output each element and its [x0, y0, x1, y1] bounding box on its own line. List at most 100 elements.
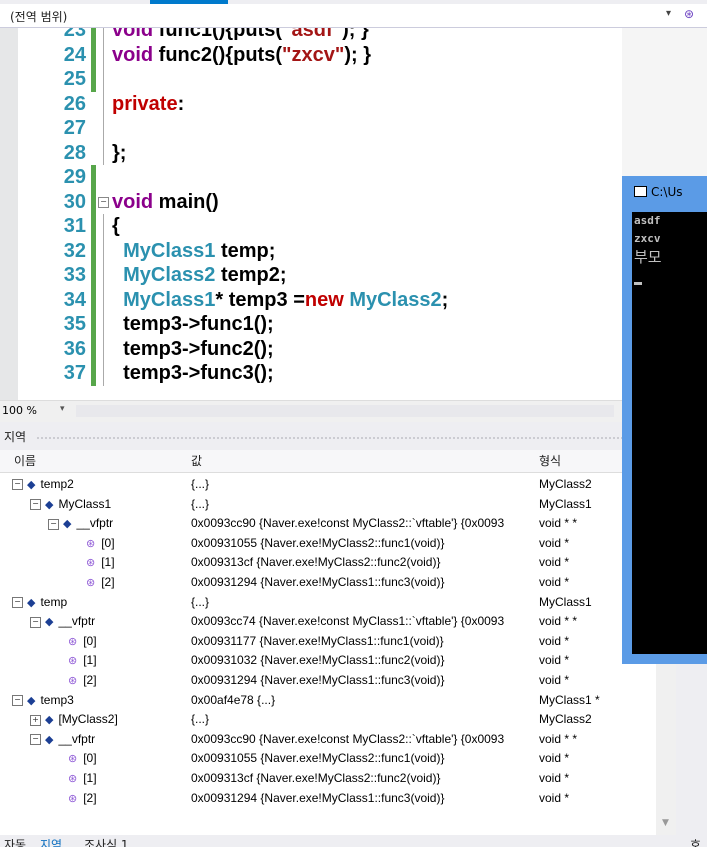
member-icon[interactable]: ⊛ [684, 7, 694, 21]
locals-row-value[interactable]: 0x0093cc90 {Naver.exe!const MyClass2::`v… [191, 514, 535, 534]
locals-row-value[interactable]: 0x00931294 {Naver.exe!MyClass1::func3(vo… [191, 573, 535, 593]
locals-title-bar: 지역 [0, 422, 656, 450]
collapse-toggle-icon[interactable]: − [98, 196, 109, 208]
drag-grip[interactable] [36, 436, 622, 440]
code-line[interactable]: void func2(){puts("zxcv"); } [112, 43, 371, 68]
locals-row-value[interactable]: 0x0093cc74 {Naver.exe!const MyClass1::`v… [191, 612, 535, 632]
locals-row-name-cell: ⊛ [1] [68, 769, 97, 790]
locals-row-value[interactable]: 0x009313cf {Naver.exe!MyClass2::func2(vo… [191, 553, 535, 573]
code-line[interactable]: void main() [112, 190, 219, 215]
zoom-level[interactable]: 100 % [2, 404, 37, 417]
console-title-bar[interactable]: C:\Us [634, 185, 683, 199]
field-icon: ⊛ [68, 675, 78, 687]
locals-row-name: temp3 [40, 692, 74, 707]
code-line[interactable]: MyClass1* temp3 =new MyClass2; [112, 288, 448, 313]
code-token: { [112, 215, 120, 237]
collapse-icon[interactable]: − [12, 479, 23, 491]
locals-row-type: void * * [539, 614, 578, 629]
scope-dropdown[interactable]: (전역 범위) [10, 8, 67, 25]
code-line[interactable]: void func1(){puts("asdf"); } [112, 28, 369, 43]
locals-row[interactable]: − ◆ __vfptr 0x0093cc90 {Naver.exe!const MyC… [0, 514, 656, 534]
locals-row-value[interactable]: 0x00931294 {Naver.exe!MyClass1::func3(vo… [191, 789, 535, 809]
locals-row-name-cell: − ◆ temp3 [12, 691, 74, 712]
locals-row[interactable]: − ◆ temp3 0x00af4e78 {...} MyClass1 * [0, 691, 656, 711]
locals-row-value[interactable]: 0x00931055 {Naver.exe!MyClass2::func1(vo… [191, 749, 535, 769]
locals-row-type: MyClass1 [539, 594, 592, 609]
collapse-icon[interactable]: − [48, 518, 59, 530]
horizontal-scrollbar[interactable] [76, 405, 614, 417]
tab-auto[interactable]: 자동 [4, 836, 26, 847]
object-icon: ◆ [45, 733, 54, 746]
column-header-name[interactable]: 이름 [14, 450, 36, 472]
locals-row-value[interactable]: {...} [191, 475, 535, 495]
locals-row-name-cell: − ◆ __vfptr [30, 612, 95, 633]
collapse-icon[interactable]: − [30, 498, 41, 510]
locals-row[interactable]: ⊛ [1] 0x00931032 {Naver.exe!MyClass1::func… [0, 651, 656, 671]
object-icon: ◆ [27, 596, 36, 609]
locals-row-type: void * [539, 653, 570, 668]
expand-icon[interactable]: + [30, 714, 41, 726]
code-line[interactable]: MyClass1 temp; [112, 239, 275, 264]
locals-row-value[interactable]: {...} [191, 593, 535, 613]
code-token: private [112, 92, 178, 115]
locals-row[interactable]: − ◆ __vfptr 0x0093cc74 {Naver.exe!const MyC… [0, 612, 656, 632]
column-header-type[interactable]: 형식 [539, 450, 561, 472]
scope-guide-line [103, 28, 104, 165]
locals-row-value[interactable]: 0x0093cc90 {Naver.exe!const MyClass2::`v… [191, 730, 535, 750]
locals-row-value[interactable]: 0x00af4e78 {...} [191, 691, 535, 711]
console-output[interactable]: asdf zxcv 부모 [632, 212, 707, 654]
code-line[interactable]: { [112, 214, 120, 239]
tab-call-stack[interactable]: 호 [690, 836, 701, 847]
locals-row-value[interactable]: 0x00931294 {Naver.exe!MyClass1::func3(vo… [191, 671, 535, 691]
locals-row-value[interactable]: 0x009313cf {Naver.exe!MyClass2::func2(vo… [191, 769, 535, 789]
code-line[interactable]: temp3->func3(); [112, 361, 274, 386]
code-token: MyClass1 [112, 239, 216, 262]
code-token: }; [112, 141, 127, 164]
scroll-down-icon[interactable]: ▼ [662, 818, 669, 828]
locals-row[interactable]: − ◆ MyClass1 {...} MyClass1 [0, 495, 656, 515]
locals-row-value[interactable]: 0x00931177 {Naver.exe!MyClass1::func1(vo… [191, 632, 535, 652]
code-line[interactable]: temp3->func2(); [112, 337, 274, 362]
tab-locals[interactable]: 지역 [40, 836, 62, 847]
console-line: asdf [634, 214, 661, 227]
field-icon: ⊛ [68, 753, 78, 766]
locals-row[interactable]: ⊛ [1] 0x009313cf {Naver.exe!MyClass2::func… [0, 553, 656, 573]
locals-row[interactable]: ⊛ [2] 0x00931294 {Naver.exe!MyClass1::func… [0, 573, 656, 593]
locals-row[interactable]: ⊛ [0] 0x00931055 {Naver.exe!MyClass2::func… [0, 534, 656, 554]
locals-row[interactable]: + ◆ [MyClass2] {...} MyClass2 [0, 710, 656, 730]
code-line[interactable]: private: [112, 92, 184, 117]
locals-row[interactable]: ⊛ [2] 0x00931294 {Naver.exe!MyClass1::func… [0, 671, 656, 691]
locals-row-type: void * [539, 673, 570, 687]
collapse-icon[interactable]: − [30, 616, 41, 628]
object-icon: ◆ [45, 714, 54, 727]
changed-line-bar [91, 361, 96, 386]
object-icon: ◆ [45, 616, 54, 629]
code-line[interactable]: }; [112, 141, 126, 166]
locals-row[interactable]: − ◆ __vfptr 0x0093cc90 {Naver.exe!const MyC… [0, 730, 656, 750]
console-window[interactable]: C:\Us asdf zxcv 부모 [622, 176, 707, 664]
code-token: func2(){puts( [158, 43, 282, 66]
locals-row[interactable]: ⊛ [2] 0x00931294 {Naver.exe!MyClass1::func… [0, 789, 656, 809]
chevron-down-icon[interactable]: ▾ [666, 8, 671, 19]
locals-row[interactable]: ⊛ [1] 0x009313cf {Naver.exe!MyClass2::func… [0, 769, 656, 789]
locals-row[interactable]: ⊛ [0] 0x00931055 {Naver.exe!MyClass2::func… [0, 749, 656, 769]
code-token: MyClass2 [349, 288, 442, 311]
collapse-icon[interactable]: − [12, 694, 23, 706]
code-line[interactable]: temp3->func1(); [112, 312, 274, 337]
locals-row-value[interactable]: {...} [191, 710, 535, 730]
locals-row-value[interactable]: 0x00931055 {Naver.exe!MyClass2::func1(vo… [191, 534, 535, 554]
locals-row-value[interactable]: 0x00931032 {Naver.exe!MyClass1::func2(vo… [191, 651, 535, 671]
locals-row-value[interactable]: {...} [191, 495, 535, 515]
column-header-value[interactable]: 값 [191, 450, 202, 472]
console-cursor [634, 282, 642, 285]
code-editor[interactable]: 23 void func1(){puts("asdf"); } 24 void fun… [0, 28, 622, 400]
collapse-icon[interactable]: − [12, 596, 23, 608]
collapse-icon[interactable]: − [30, 734, 41, 746]
locals-row[interactable]: − ◆ temp2 {...} MyClass2 [0, 475, 656, 495]
locals-row[interactable]: ⊛ [0] 0x00931177 {Naver.exe!MyClass1::func… [0, 632, 656, 652]
locals-row-name: temp [40, 594, 68, 609]
code-line[interactable]: MyClass2 temp2; [112, 263, 286, 288]
chevron-down-icon[interactable]: ▾ [60, 404, 65, 414]
locals-row[interactable]: − ◆ temp {...} MyClass1 [0, 593, 656, 613]
tab-watch-1[interactable]: 조사식 1 [84, 836, 129, 847]
